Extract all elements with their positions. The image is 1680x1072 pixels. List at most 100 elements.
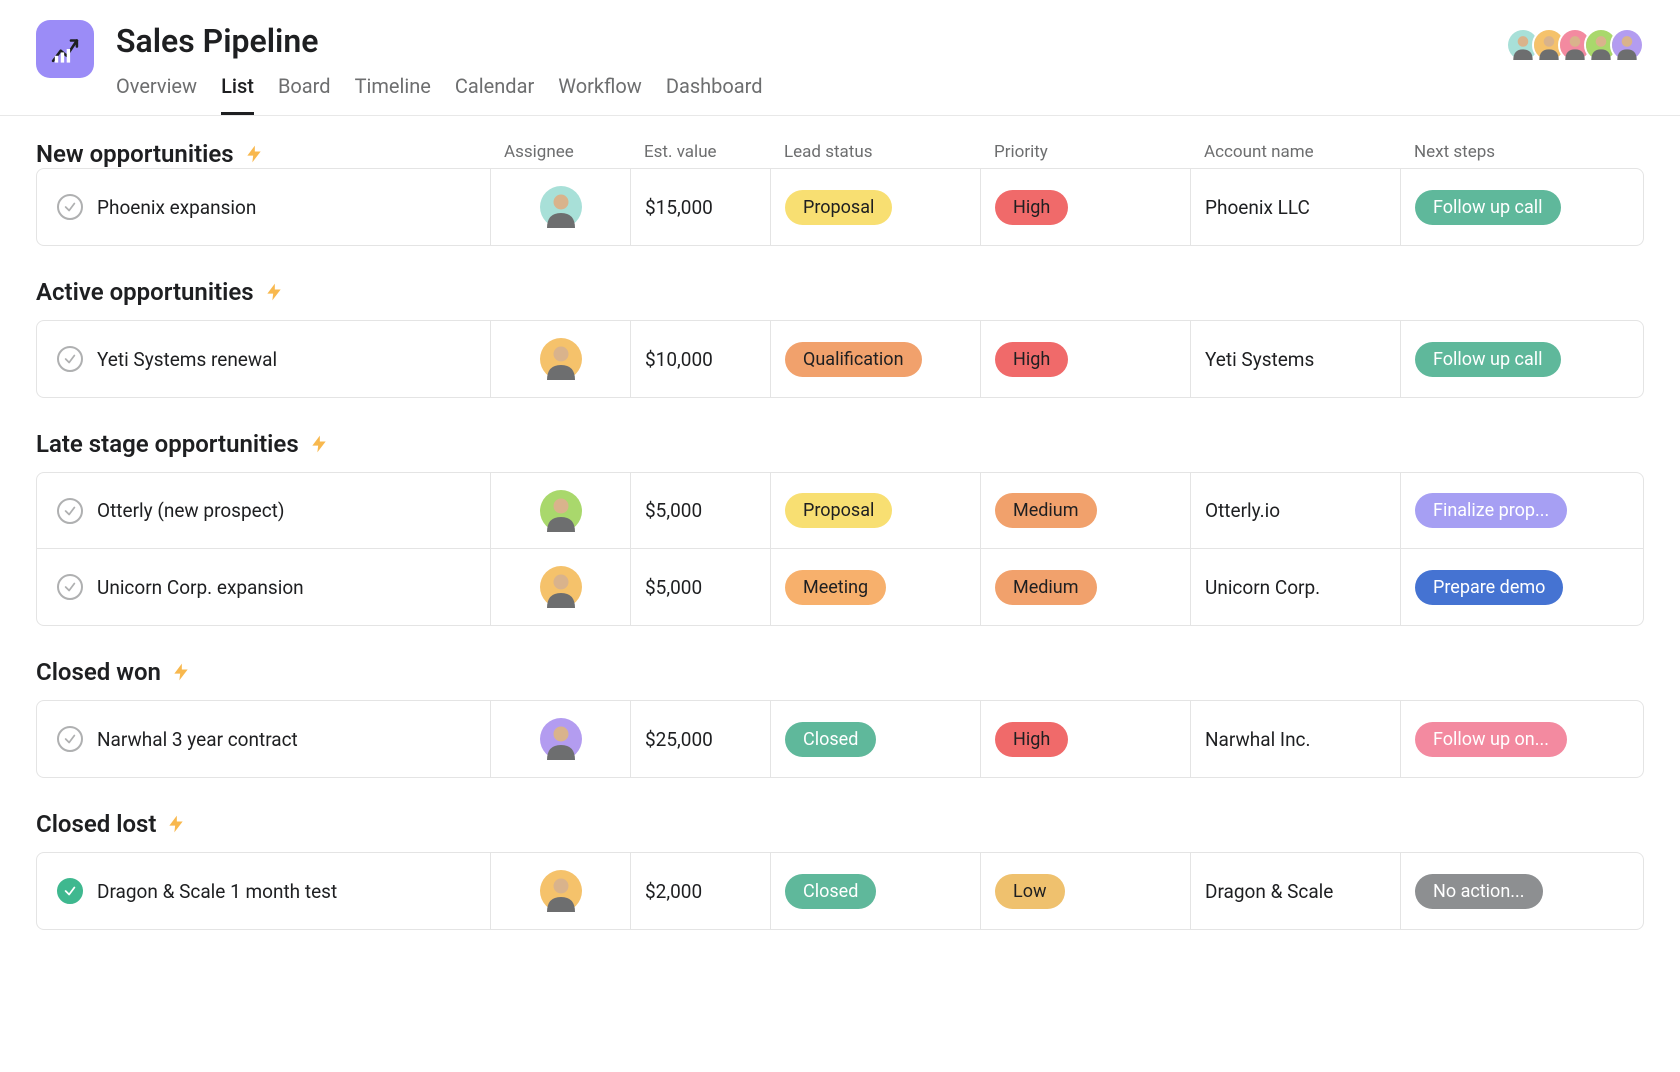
lead-status-cell[interactable]: Qualification (771, 321, 981, 397)
next-steps-cell[interactable]: Follow up on... (1401, 701, 1611, 777)
task-name[interactable]: Phoenix expansion (97, 196, 256, 219)
priority-cell[interactable]: Medium (981, 473, 1191, 548)
task-name[interactable]: Narwhal 3 year contract (97, 728, 298, 751)
table-row[interactable]: Narwhal 3 year contract $25,000 Closed High… (37, 701, 1643, 777)
lead-status-pill[interactable]: Meeting (785, 570, 886, 605)
lead-status-cell[interactable]: Closed (771, 853, 981, 929)
task-cell[interactable]: Dragon & Scale 1 month test (37, 853, 491, 929)
lead-status-pill[interactable]: Qualification (785, 342, 922, 377)
est-value-cell[interactable]: $5,000 (631, 549, 771, 625)
automation-bolt-icon[interactable] (171, 661, 191, 683)
section-title[interactable]: Closed lost (36, 810, 156, 838)
task-cell[interactable]: Phoenix expansion (37, 169, 491, 245)
account-name-cell[interactable]: Unicorn Corp. (1191, 549, 1401, 625)
section-title[interactable]: Late stage opportunities (36, 430, 299, 458)
priority-cell[interactable]: High (981, 701, 1191, 777)
priority-cell[interactable]: High (981, 169, 1191, 245)
est-value-cell[interactable]: $10,000 (631, 321, 771, 397)
assignee-avatar[interactable] (540, 338, 582, 380)
account-name-cell[interactable]: Narwhal Inc. (1191, 701, 1401, 777)
lead-status-pill[interactable]: Closed (785, 874, 876, 909)
tab-board[interactable]: Board (278, 74, 331, 115)
complete-check-icon[interactable] (57, 194, 83, 220)
table-row[interactable]: Dragon & Scale 1 month test $2,000 Closed L… (37, 853, 1643, 929)
complete-check-icon[interactable] (57, 726, 83, 752)
complete-check-icon[interactable] (57, 346, 83, 372)
tab-timeline[interactable]: Timeline (355, 74, 431, 115)
assignee-cell[interactable] (491, 169, 631, 245)
task-cell[interactable]: Otterly (new prospect) (37, 473, 491, 548)
priority-pill[interactable]: Medium (995, 570, 1097, 605)
assignee-cell[interactable] (491, 853, 631, 929)
section-title[interactable]: New opportunities (36, 140, 234, 168)
next-steps-pill[interactable]: Follow up call (1415, 190, 1561, 225)
automation-bolt-icon[interactable] (309, 433, 329, 455)
lead-status-cell[interactable]: Proposal (771, 473, 981, 548)
automation-bolt-icon[interactable] (244, 143, 264, 165)
tab-list[interactable]: List (221, 74, 254, 115)
lead-status-cell[interactable]: Closed (771, 701, 981, 777)
automation-bolt-icon[interactable] (166, 813, 186, 835)
next-steps-pill[interactable]: Finalize prop... (1415, 493, 1567, 528)
next-steps-pill[interactable]: Prepare demo (1415, 570, 1563, 605)
tab-calendar[interactable]: Calendar (455, 74, 534, 115)
section-title[interactable]: Closed won (36, 658, 161, 686)
complete-check-icon[interactable] (57, 498, 83, 524)
assignee-cell[interactable] (491, 701, 631, 777)
column-header[interactable]: Lead status (770, 142, 980, 168)
next-steps-cell[interactable]: Follow up call (1401, 169, 1611, 245)
priority-pill[interactable]: High (995, 722, 1068, 757)
priority-cell[interactable]: Low (981, 853, 1191, 929)
task-cell[interactable]: Unicorn Corp. expansion (37, 549, 491, 625)
assignee-avatar[interactable] (540, 186, 582, 228)
est-value-cell[interactable]: $2,000 (631, 853, 771, 929)
priority-pill[interactable]: High (995, 342, 1068, 377)
assignee-cell[interactable] (491, 473, 631, 548)
column-header[interactable]: Priority (980, 142, 1190, 168)
assignee-avatar[interactable] (540, 718, 582, 760)
priority-cell[interactable]: High (981, 321, 1191, 397)
next-steps-pill[interactable]: Follow up call (1415, 342, 1561, 377)
est-value-cell[interactable]: $25,000 (631, 701, 771, 777)
task-cell[interactable]: Yeti Systems renewal (37, 321, 491, 397)
column-header[interactable]: Next steps (1400, 142, 1610, 168)
automation-bolt-icon[interactable] (264, 281, 284, 303)
priority-pill[interactable]: Low (995, 874, 1065, 909)
next-steps-cell[interactable]: No action... (1401, 853, 1611, 929)
est-value-cell[interactable]: $15,000 (631, 169, 771, 245)
tab-dashboard[interactable]: Dashboard (666, 74, 763, 115)
account-name-cell[interactable]: Phoenix LLC (1191, 169, 1401, 245)
table-row[interactable]: Unicorn Corp. expansion $5,000 Meeting Medi… (37, 549, 1643, 625)
table-row[interactable]: Yeti Systems renewal $10,000 Qualification… (37, 321, 1643, 397)
lead-status-pill[interactable]: Proposal (785, 493, 892, 528)
account-name-cell[interactable]: Dragon & Scale (1191, 853, 1401, 929)
lead-status-cell[interactable]: Meeting (771, 549, 981, 625)
project-members[interactable] (1506, 28, 1644, 62)
complete-check-icon[interactable] (57, 574, 83, 600)
est-value-cell[interactable]: $5,000 (631, 473, 771, 548)
lead-status-pill[interactable]: Closed (785, 722, 876, 757)
lead-status-pill[interactable]: Proposal (785, 190, 892, 225)
table-row[interactable]: Otterly (new prospect) $5,000 Proposal Medi… (37, 473, 1643, 549)
priority-pill[interactable]: Medium (995, 493, 1097, 528)
account-name-cell[interactable]: Yeti Systems (1191, 321, 1401, 397)
task-name[interactable]: Dragon & Scale 1 month test (97, 880, 337, 903)
next-steps-pill[interactable]: No action... (1415, 874, 1543, 909)
assignee-cell[interactable] (491, 549, 631, 625)
section-title[interactable]: Active opportunities (36, 278, 254, 306)
next-steps-cell[interactable]: Finalize prop... (1401, 473, 1611, 548)
next-steps-cell[interactable]: Prepare demo (1401, 549, 1611, 625)
task-name[interactable]: Otterly (new prospect) (97, 499, 285, 522)
task-cell[interactable]: Narwhal 3 year contract (37, 701, 491, 777)
column-header[interactable]: Assignee (490, 142, 630, 168)
tab-overview[interactable]: Overview (116, 74, 197, 115)
assignee-avatar[interactable] (540, 870, 582, 912)
member-avatar[interactable] (1610, 28, 1644, 62)
next-steps-pill[interactable]: Follow up on... (1415, 722, 1567, 757)
complete-check-icon[interactable] (57, 878, 83, 904)
task-name[interactable]: Unicorn Corp. expansion (97, 576, 304, 599)
column-header[interactable]: Est. value (630, 142, 770, 168)
tab-workflow[interactable]: Workflow (558, 74, 642, 115)
priority-cell[interactable]: Medium (981, 549, 1191, 625)
priority-pill[interactable]: High (995, 190, 1068, 225)
